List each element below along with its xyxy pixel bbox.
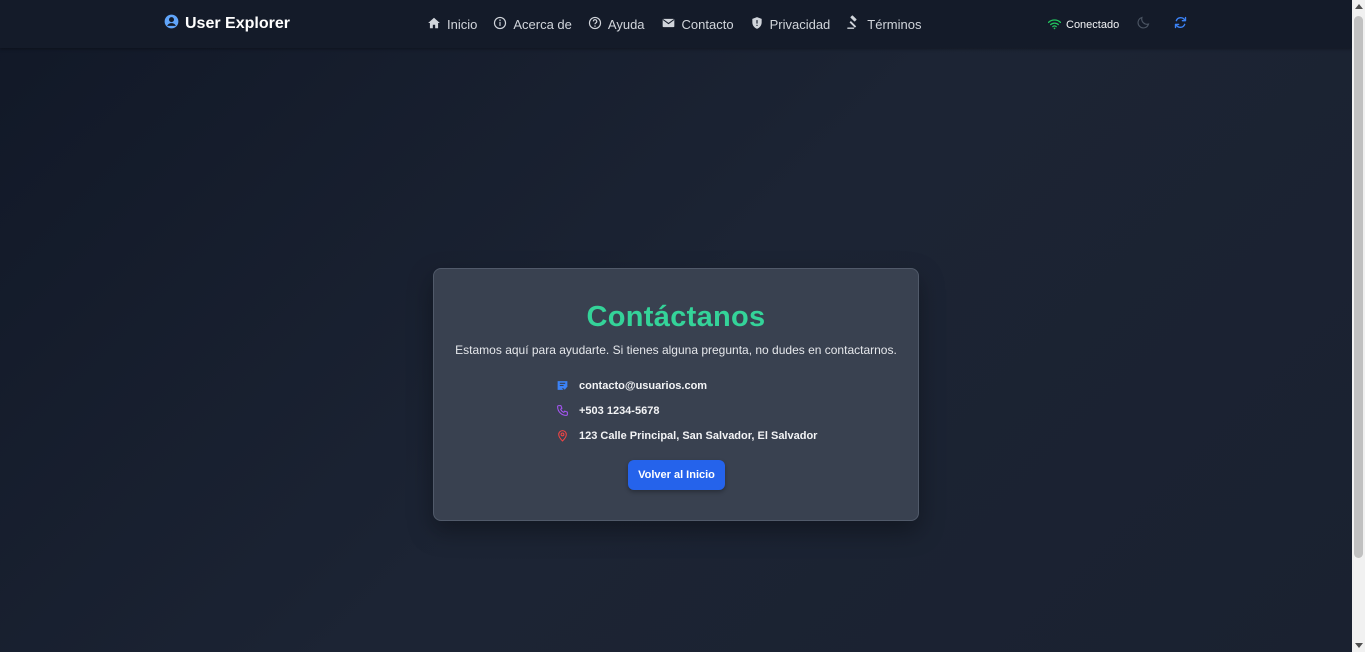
scrollbar[interactable] [1352,0,1365,652]
scroll-thumb[interactable] [1354,16,1363,558]
nav-links: Inicio Acerca de Ayuda Contacto Privacid… [427,15,921,33]
refresh-icon[interactable] [1173,15,1188,35]
nav-item-label: Contacto [681,16,734,32]
phone-text: +503 1234-5678 [579,404,660,417]
nav-item-acerca-de[interactable]: Acerca de [493,16,572,33]
info-icon [493,16,507,33]
nav-item-label: Acerca de [513,16,572,32]
nav-item-privacidad[interactable]: Privacidad [750,16,831,33]
contact-address: 123 Calle Principal, San Salvador, El Sa… [555,423,817,448]
status-label: Conectado [1066,19,1120,31]
user-circle-icon [164,14,179,34]
email-text: contacto@usuarios.com [579,379,708,392]
card-subtitle: Estamos aquí para ayudarte. Si tienes al… [455,343,897,357]
contact-email: contacto@usuarios.com [555,373,817,398]
nav-item-label: Inicio [447,16,478,32]
nav-item-label: Privacidad [769,16,831,32]
nav-right: Conectado [1047,15,1188,35]
nav-item-ayuda[interactable]: Ayuda [588,16,645,33]
nav-item-terminos[interactable]: Términos [846,15,921,33]
brand-label: User Explorer [185,15,290,32]
email-icon [555,379,569,393]
brand[interactable]: User Explorer [164,14,290,34]
help-icon [588,16,602,33]
navbar: User Explorer Inicio Acerca de Ayuda Con… [0,0,1352,48]
nav-item-label: Ayuda [607,16,645,32]
page-title: Contáctanos [586,301,766,333]
phone-icon [555,404,569,418]
nav-item-inicio[interactable]: Inicio [427,16,477,33]
nav-item-contacto[interactable]: Contacto [661,16,734,33]
mail-icon [661,16,676,33]
wifi-icon [1047,18,1062,33]
contact-list: contacto@usuarios.com +503 1234-5678 123… [555,373,817,448]
nav-item-label: Términos [867,16,922,32]
contact-card: Contáctanos Estamos aquí para ayudarte. … [433,268,919,521]
shield-icon [750,16,764,33]
scroll-down-arrow-icon[interactable] [1355,643,1363,648]
moon-icon[interactable] [1136,15,1151,35]
home-icon [427,16,441,33]
map-pin-icon [555,429,569,443]
connection-status: Conectado [1047,18,1120,33]
scroll-up-arrow-icon[interactable] [1355,4,1363,9]
contact-phone: +503 1234-5678 [555,398,817,423]
back-home-button[interactable]: Volver al Inicio [628,460,725,490]
gavel-icon [846,15,861,33]
address-text: 123 Calle Principal, San Salvador, El Sa… [579,429,818,442]
